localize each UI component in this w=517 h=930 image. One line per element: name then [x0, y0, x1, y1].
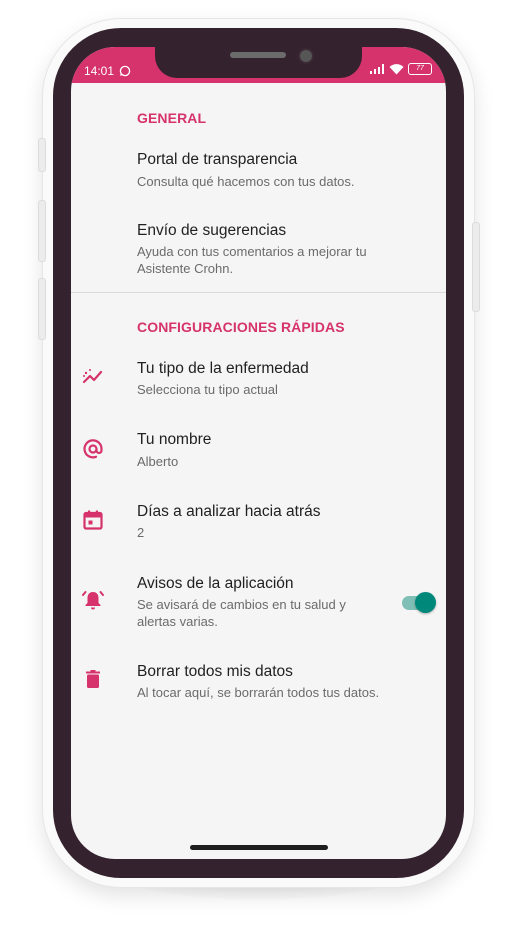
calendar-icon [81, 508, 105, 532]
trash-icon [81, 667, 105, 691]
at-sign-icon [81, 437, 105, 461]
trending-chart-icon [81, 365, 105, 389]
item-title: Tu nombre [137, 431, 212, 448]
mute-switch [38, 138, 46, 172]
item-subtitle: 2 [137, 525, 145, 540]
earpiece-speaker [230, 52, 286, 58]
item-subtitle: Selecciona tu tipo actual [137, 382, 278, 397]
notifications-toggle[interactable] [402, 590, 436, 613]
item-subtitle: Alberto [137, 454, 179, 469]
item-subtitle: Al tocar aquí, se borrarán todos tus dat… [137, 685, 380, 700]
section-title-quick-settings: CONFIGURACIONES RÁPIDAS [137, 319, 345, 335]
item-title: Envío de sugerencias [137, 222, 287, 239]
volume-up-button [38, 200, 46, 262]
section-title-general: GENERAL [137, 110, 207, 126]
item-subtitle: Se avisará de cambios en tu salud y aler… [137, 597, 346, 629]
power-button [472, 222, 480, 312]
item-subtitle: Ayuda con tus comentarios a mejorar tu A… [137, 244, 367, 276]
section-divider [71, 292, 446, 293]
home-indicator[interactable] [190, 845, 328, 850]
battery-icon: 77 [408, 63, 432, 75]
alarm-bell-icon [81, 588, 105, 612]
item-title: Borrar todos mis datos [137, 663, 293, 680]
toggle-knob [415, 592, 436, 613]
whatsapp-icon [119, 64, 131, 82]
app-screen: 14:01 77 GENERAL Portal de transparencia… [71, 47, 446, 859]
item-title: Días a analizar hacia atrás [137, 503, 321, 520]
item-title: Portal de transparencia [137, 151, 298, 168]
front-camera [298, 48, 314, 64]
signal-icon [370, 64, 384, 74]
status-time: 14:01 [84, 64, 115, 78]
wifi-icon [389, 63, 404, 74]
item-title: Avisos de la aplicación [137, 575, 294, 592]
status-icons: 77 [369, 63, 432, 75]
item-subtitle: Consulta qué hacemos con tus datos. [137, 174, 355, 189]
item-title: Tu tipo de la enfermedad [137, 360, 309, 377]
volume-down-button [38, 278, 46, 340]
